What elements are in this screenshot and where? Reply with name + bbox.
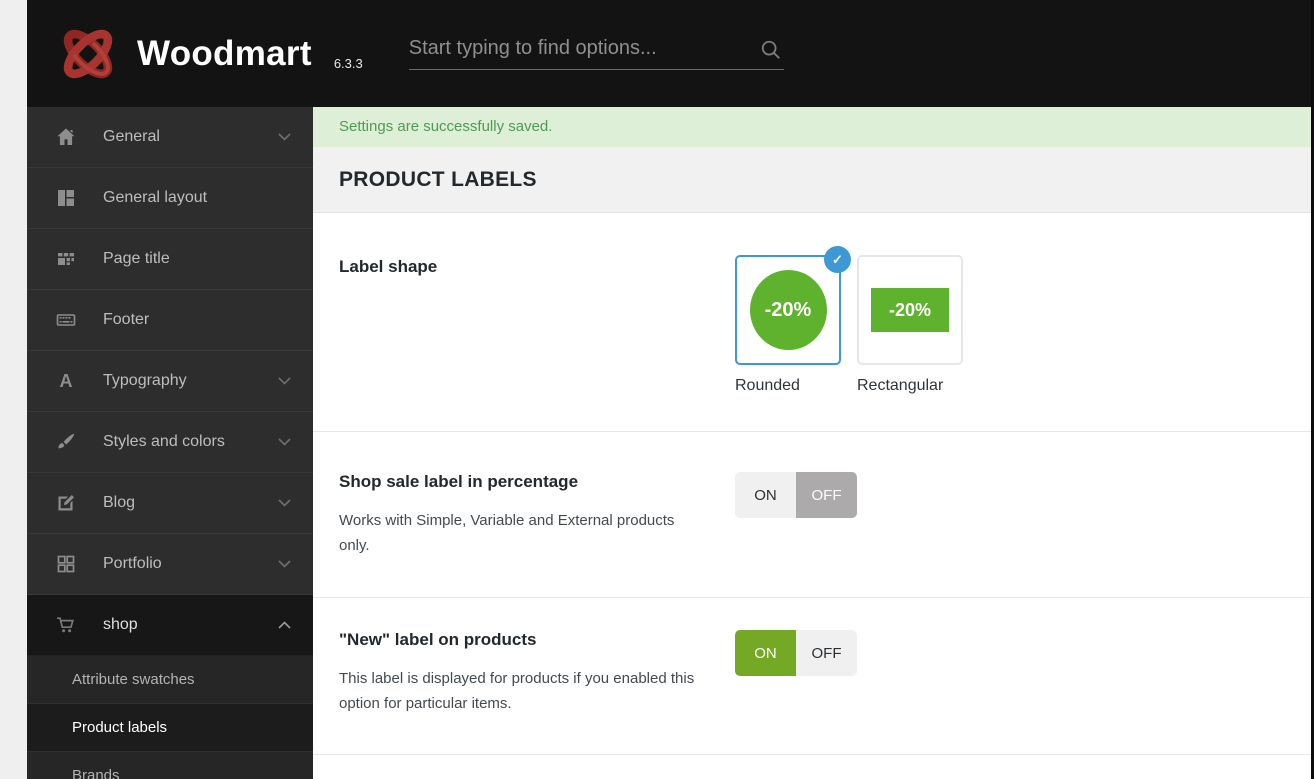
admin-left-margin <box>0 0 27 779</box>
main-content: Settings are successfully saved. PRODUCT… <box>313 107 1314 779</box>
sidebar-item-general-layout[interactable]: General layout <box>27 168 313 229</box>
sidebar-item-footer[interactable]: Footer <box>27 290 313 351</box>
setting-description: Works with Simple, Variable and External… <box>339 512 675 554</box>
setting-description: This label is displayed for products if … <box>339 670 695 712</box>
sidebar-item-label: Blog <box>103 494 136 511</box>
sidebar-subitem-attribute-swatches[interactable]: Attribute swatches <box>27 656 313 704</box>
search-input[interactable] <box>408 37 739 60</box>
sidebar-item-label: General <box>103 128 160 145</box>
sidebar-item-blog[interactable]: Blog <box>27 473 313 534</box>
badge-text: -20% <box>764 298 812 321</box>
layout-icon <box>55 187 77 209</box>
setting-label: Shop sale label in percentage <box>339 472 579 491</box>
toggle-sale-percentage[interactable]: ON OFF <box>735 472 857 518</box>
sidebar-subitem-product-labels[interactable]: Product labels <box>27 704 313 752</box>
sidebar-item-portfolio[interactable]: Portfolio <box>27 534 313 595</box>
page-title-icon <box>55 248 77 270</box>
label-shape-option-rounded[interactable]: ✓ -20% <box>735 246 851 365</box>
toggle-off-option[interactable]: OFF <box>796 630 857 676</box>
setting-label: "New" label on products <box>339 630 537 649</box>
option-caption-rectangular: Rectangular <box>857 377 944 394</box>
home-icon <box>55 126 77 148</box>
options-search <box>408 37 784 70</box>
chevron-down-icon <box>278 499 291 507</box>
blog-icon <box>55 492 77 514</box>
sidebar-item-label: Typography <box>103 372 187 389</box>
topbar: Woodmart 6.3.3 <box>27 0 1314 107</box>
sidebar-item-page-title[interactable]: Page title <box>27 229 313 290</box>
chevron-down-icon <box>278 377 291 385</box>
sidebar-item-styles-and-colors[interactable]: Styles and colors <box>27 412 313 473</box>
label-shape-option-rectangular[interactable]: -20% <box>857 255 963 365</box>
svg-text:A: A <box>60 371 73 391</box>
toggle-off-option[interactable]: OFF <box>796 472 857 518</box>
sidebar-item-label: Page title <box>103 250 170 267</box>
setting-row-sale-percentage: Shop sale label in percentage Works with… <box>313 432 1314 598</box>
badge-text: -20% <box>888 299 932 320</box>
woodmart-logo-icon <box>63 29 113 78</box>
chevron-down-icon <box>278 560 291 568</box>
setting-row-label-shape: Label shape ✓ -20% -20% Rounded Rectangu… <box>313 213 1314 432</box>
sidebar-item-general[interactable]: General <box>27 107 313 168</box>
sidebar-subitem-label: Attribute swatches <box>72 671 195 688</box>
sidebar-item-shop[interactable]: shop <box>27 595 313 656</box>
success-notice: Settings are successfully saved. <box>313 107 1314 147</box>
setting-row-new-label: "New" label on products This label is di… <box>313 598 1314 755</box>
chevron-up-icon <box>278 621 291 629</box>
footer-icon <box>55 309 77 331</box>
brush-icon <box>55 431 77 453</box>
toggle-on-option[interactable]: ON <box>735 630 796 676</box>
sidebar-item-label: General layout <box>103 189 208 206</box>
sidebar-item-label: Footer <box>103 311 150 328</box>
rectangular-label-preview: -20% <box>871 288 949 332</box>
setting-label: Label shape <box>339 257 438 276</box>
portfolio-grid-icon <box>55 553 77 575</box>
version-badge: 6.3.3 <box>333 56 363 71</box>
sidebar-item-typography[interactable]: A Typography <box>27 351 313 412</box>
cart-icon <box>55 614 77 636</box>
sidebar-item-label: shop <box>103 616 138 633</box>
sidebar-item-label: Portfolio <box>103 555 162 572</box>
chevron-down-icon <box>278 438 291 446</box>
option-caption-rounded: Rounded <box>735 377 800 394</box>
search-icon[interactable] <box>760 39 782 61</box>
brand-title: Woodmart <box>137 33 312 73</box>
toggle-on-option[interactable]: ON <box>735 472 796 518</box>
sidebar-subitem-label: Brands <box>72 767 120 779</box>
sidebar-subitem-brands[interactable]: Brands <box>27 752 313 779</box>
toggle-new-label[interactable]: ON OFF <box>735 630 857 676</box>
typography-icon: A <box>55 370 77 392</box>
rounded-label-preview: -20% <box>749 270 827 350</box>
sidebar-item-label: Styles and colors <box>103 433 225 450</box>
sidebar: General General layout Page title Footer… <box>27 107 313 779</box>
sidebar-subitem-label: Product labels <box>72 719 168 736</box>
chevron-down-icon <box>278 133 291 141</box>
page-title: PRODUCT LABELS <box>313 147 1314 213</box>
selected-check-icon: ✓ <box>824 246 851 273</box>
